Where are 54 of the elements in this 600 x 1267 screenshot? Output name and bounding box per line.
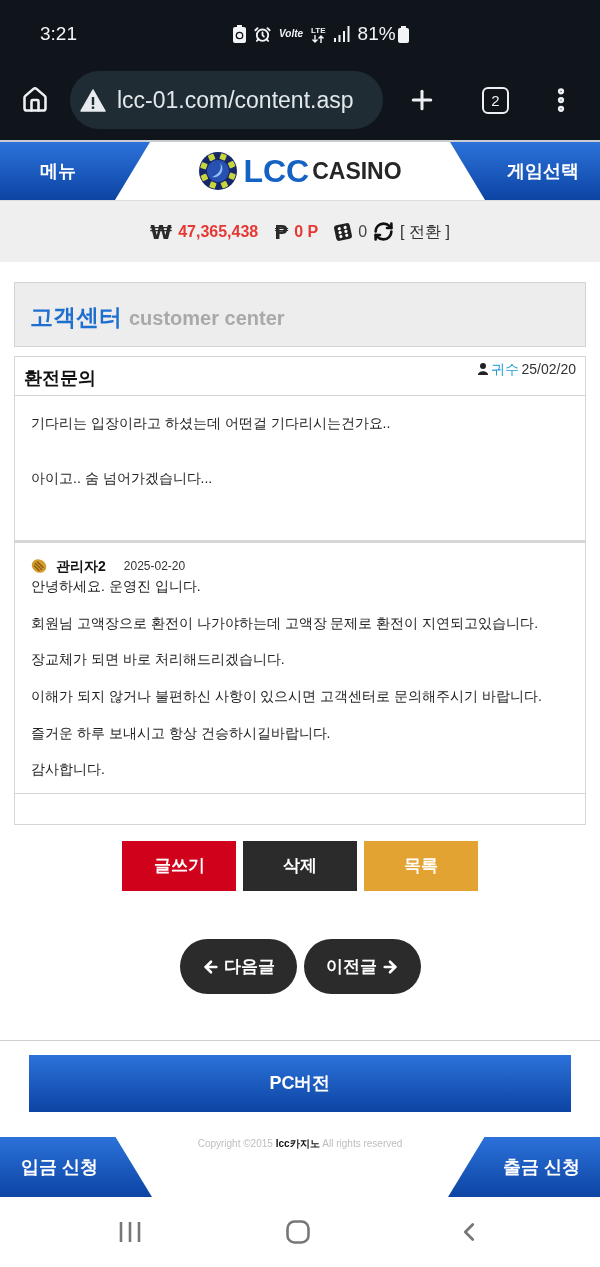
data-arrows-icon xyxy=(312,34,325,43)
section-title: 고객센터 xyxy=(30,303,122,333)
withdraw-request-button[interactable]: 출금 신청 xyxy=(448,1137,600,1197)
battery-icon xyxy=(397,25,409,43)
signal-icon xyxy=(333,26,350,42)
reply-date: 2025-02-20 xyxy=(123,558,186,575)
reply-body-text: 회원님 고액장으로 환전이 나가야하는데 고액장 문제로 환전이 지연되고있습니다. xyxy=(31,613,540,633)
reply-body-text: 즐거운 하루 보내시고 항상 건승하시길바랍니다. xyxy=(31,723,332,743)
url-text: lcc-01.com/content.asp xyxy=(117,85,354,115)
home-nav-button[interactable] xyxy=(286,1220,310,1244)
reply-body-text: 이해가 되지 않거나 불편하신 사항이 있으시면 고객센터로 문의해주시기 바랍니다. xyxy=(31,687,543,707)
address-bar[interactable]: lcc-01.com/content.asp xyxy=(70,71,383,129)
warning-icon xyxy=(80,88,106,112)
post-title: 환전문의 xyxy=(24,367,96,389)
battery-level: 81% xyxy=(357,21,396,46)
points-amount: 0 P xyxy=(294,221,319,242)
peso-symbol: ₱ xyxy=(274,218,289,246)
network-type: LTE xyxy=(311,25,326,35)
post-body-text: 기다리는 입장이라고 하셨는데 어떤걸 기다리시는건가요.. xyxy=(31,414,392,433)
logo-lcc: LCC xyxy=(243,155,310,187)
status-time: 3:21 xyxy=(40,22,77,44)
action-button[interactable]: 글쓰기 xyxy=(122,841,236,891)
alarm-icon xyxy=(254,25,271,43)
volte-indicator: Volte xyxy=(279,29,304,39)
chip-count: 0 xyxy=(358,221,368,242)
exchange-link[interactable]: [ 전환 ] xyxy=(400,219,450,244)
user-icon xyxy=(477,363,488,375)
home-button[interactable] xyxy=(21,86,49,114)
refresh-icon[interactable] xyxy=(373,221,395,242)
battery-saver-icon xyxy=(233,25,246,43)
post-body-text: 아이고.. 숨 넘어가겠습니다... xyxy=(31,469,214,488)
reply-body-text: 안녕하세요. 운영진 입니다. xyxy=(31,577,202,596)
deposit-request-button[interactable]: 입금 신청 xyxy=(0,1137,152,1197)
game-select-button[interactable]: 게임선택 xyxy=(485,142,600,200)
logo-casino: CASINO xyxy=(312,159,402,183)
reply-body-text: 감사합니다. xyxy=(31,760,106,780)
coin-avatar-icon xyxy=(31,558,47,574)
copyright-text: Copyright ©2015 lcc카지노 All rights reserved xyxy=(197,1138,403,1150)
previous-post-button[interactable]: 다음글 xyxy=(179,939,297,994)
poker-chip-icon xyxy=(198,151,239,191)
pc-version-button[interactable]: PC버전 xyxy=(29,1055,571,1112)
money-amount: 47,365,438 xyxy=(178,221,259,242)
action-button[interactable]: 삭제 xyxy=(243,841,357,891)
reply-author: 관리자2 xyxy=(56,556,106,576)
post-date: 25/02/20 xyxy=(521,360,576,378)
tab-count-button[interactable]: 2 xyxy=(482,86,509,114)
menu-button[interactable]: 메뉴 xyxy=(0,142,115,200)
dice-icon xyxy=(333,221,354,242)
next-post-button[interactable]: 이전글 xyxy=(303,939,421,994)
post-author: 귀수 xyxy=(490,360,519,378)
won-symbol: ₩ xyxy=(150,218,173,246)
reply-body-text: 장교체가 되면 바로 처리해드리겠습니다. xyxy=(31,650,286,670)
recent-apps-button[interactable] xyxy=(119,1221,141,1243)
section-subtitle: customer center xyxy=(129,305,285,331)
